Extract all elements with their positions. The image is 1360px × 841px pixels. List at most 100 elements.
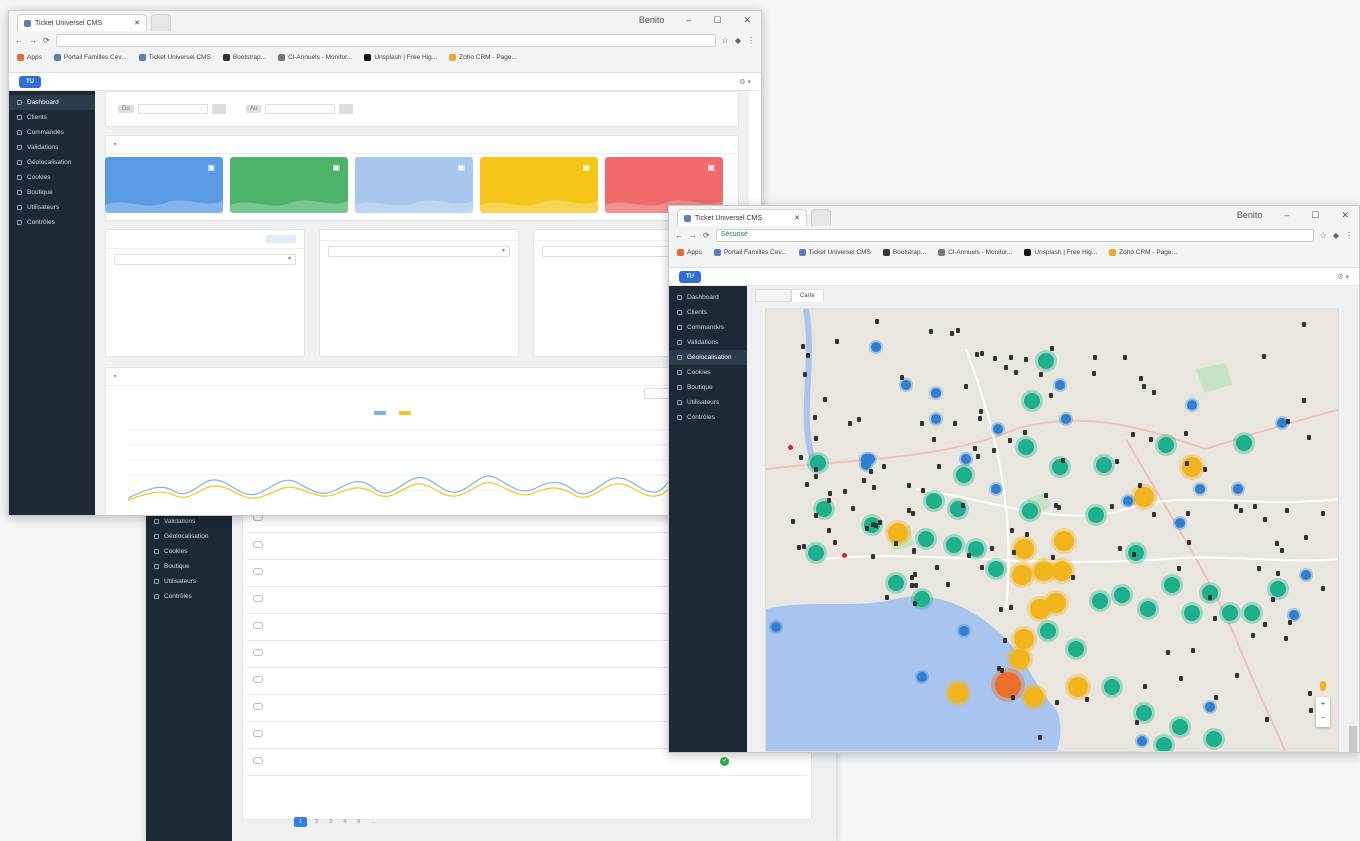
bookmark[interactable]: Portail Familles Cev...	[53, 53, 127, 61]
pin-marker[interactable]	[1013, 369, 1018, 375]
pin-marker[interactable]	[1263, 516, 1268, 522]
sidebar-item-commandes[interactable]: Commandes	[669, 320, 747, 335]
date-from[interactable]: Du	[118, 104, 226, 114]
forward-icon[interactable]: →	[689, 231, 697, 240]
green-cluster-marker[interactable]	[1092, 593, 1108, 609]
green-cluster-marker[interactable]	[1040, 623, 1056, 639]
sidebar-item-clients[interactable]: Clients	[9, 110, 95, 125]
pin-marker[interactable]	[813, 473, 818, 479]
pin-marker[interactable]	[1257, 565, 1262, 571]
green-cluster-marker[interactable]	[1172, 719, 1188, 735]
yellow-cluster-marker[interactable]	[1068, 677, 1088, 697]
pin-marker[interactable]	[1284, 635, 1289, 641]
sidebar-item-utilisateurs[interactable]: Utilisateurs	[9, 200, 95, 215]
green-cluster-marker[interactable]	[1136, 705, 1152, 721]
green-cluster-marker[interactable]	[956, 467, 972, 483]
yellow-cluster-marker[interactable]	[1010, 649, 1030, 669]
back-sidebar-item[interactable]: Contrôles	[146, 589, 232, 604]
checkbox-icon[interactable]	[253, 730, 263, 737]
row-checkbox[interactable]	[247, 694, 344, 722]
pin-marker[interactable]	[935, 564, 940, 570]
cluster-map[interactable]: + −	[765, 308, 1339, 752]
pin-marker[interactable]	[993, 355, 998, 361]
row-checkbox[interactable]	[247, 613, 344, 641]
red-pin-marker[interactable]	[788, 445, 793, 450]
green-cluster-marker[interactable]	[1038, 353, 1054, 369]
pin-marker[interactable]	[827, 528, 832, 534]
pager-page[interactable]	[384, 821, 390, 823]
bookmark[interactable]: Ticket Universel CMS	[138, 53, 211, 61]
orange-cluster-marker[interactable]	[995, 672, 1021, 698]
menu-icon[interactable]: ⋮	[747, 36, 755, 45]
bookmark[interactable]: Unsplash | Free Hig...	[364, 53, 437, 61]
blue-cluster-marker[interactable]	[1055, 380, 1065, 390]
blue-cluster-marker[interactable]	[1233, 484, 1243, 494]
checkbox-icon[interactable]	[253, 703, 263, 710]
pin-marker[interactable]	[1320, 510, 1325, 516]
pin-marker[interactable]	[814, 513, 819, 519]
pin-marker[interactable]	[1061, 457, 1066, 463]
app-logo[interactable]: TU	[679, 270, 701, 283]
green-cluster-marker[interactable]	[1114, 587, 1130, 603]
green-cluster-marker[interactable]	[1104, 679, 1120, 695]
yellow-cluster-marker[interactable]	[1034, 561, 1054, 581]
reload-icon[interactable]: ⟳	[703, 231, 710, 240]
yellow-cluster-marker[interactable]	[1014, 629, 1034, 649]
red-pin-marker[interactable]	[842, 553, 847, 558]
pin-marker[interactable]	[851, 505, 856, 511]
date-to[interactable]: Au	[246, 104, 354, 114]
sidebar-item-utilisateurs[interactable]: Utilisateurs	[669, 395, 747, 410]
blue-cluster-marker[interactable]	[1205, 702, 1215, 712]
row-checkbox[interactable]	[247, 559, 344, 587]
profile-name[interactable]: Benito	[1237, 210, 1263, 221]
pin-marker[interactable]	[813, 415, 818, 421]
bookmark[interactable]: Apps	[677, 248, 702, 256]
pin-marker[interactable]	[1023, 429, 1028, 435]
forward-icon[interactable]: →	[29, 36, 37, 45]
green-cluster-marker[interactable]	[1022, 503, 1038, 519]
pin-marker[interactable]	[1302, 398, 1307, 404]
pin-marker[interactable]	[980, 351, 985, 357]
pin-marker[interactable]	[910, 582, 915, 588]
close-icon[interactable]: ✕	[1341, 210, 1349, 221]
pin-marker[interactable]	[1131, 431, 1136, 437]
calendar-icon[interactable]	[211, 104, 226, 114]
pager-prev[interactable]	[283, 821, 289, 823]
pin-marker[interactable]	[1275, 540, 1280, 546]
pin-marker[interactable]	[967, 552, 972, 558]
pin-marker[interactable]	[822, 397, 827, 403]
green-cluster-marker[interactable]	[1222, 605, 1238, 621]
pin-marker[interactable]	[1262, 622, 1267, 628]
pin-marker[interactable]	[874, 522, 879, 528]
yellow-cluster-marker[interactable]	[1014, 539, 1034, 559]
yellow-cluster-marker[interactable]	[1054, 531, 1074, 551]
green-cluster-marker[interactable]	[1052, 459, 1068, 475]
pin-marker[interactable]	[1186, 510, 1191, 516]
green-cluster-marker[interactable]	[1128, 545, 1144, 561]
back-sidebar-item[interactable]: Cookies	[146, 544, 232, 559]
pin-marker[interactable]	[826, 498, 831, 503]
checkbox-icon[interactable]	[253, 757, 263, 764]
sidebar-item-geolocalisation[interactable]: Géolocalisation	[669, 350, 747, 365]
pin-marker[interactable]	[1007, 438, 1012, 444]
pin-marker[interactable]	[1012, 550, 1017, 556]
close-icon[interactable]: ✕	[743, 15, 751, 26]
pin-marker[interactable]	[857, 416, 862, 422]
bookmark[interactable]: Ticket Universel CMS	[798, 248, 871, 256]
pin-marker[interactable]	[1092, 371, 1097, 377]
sidebar-item-boutique[interactable]: Boutique	[9, 185, 95, 200]
pin-marker[interactable]	[799, 454, 803, 460]
pin-marker[interactable]	[928, 329, 933, 335]
pin-marker[interactable]	[1024, 356, 1029, 362]
bookmark[interactable]: Zoho CRM - Page...	[449, 53, 517, 61]
panel-select[interactable]	[114, 254, 296, 265]
row-checkbox[interactable]	[247, 586, 344, 614]
green-cluster-marker[interactable]	[946, 537, 962, 553]
pin-marker[interactable]	[1308, 691, 1313, 697]
pin-marker[interactable]	[1233, 503, 1238, 509]
pager-page[interactable]: 3	[326, 818, 335, 826]
pin-marker[interactable]	[911, 510, 916, 516]
menu-icon[interactable]: ⋮	[1345, 231, 1353, 240]
pin-marker[interactable]	[1279, 547, 1284, 553]
pin-marker[interactable]	[1176, 566, 1181, 572]
